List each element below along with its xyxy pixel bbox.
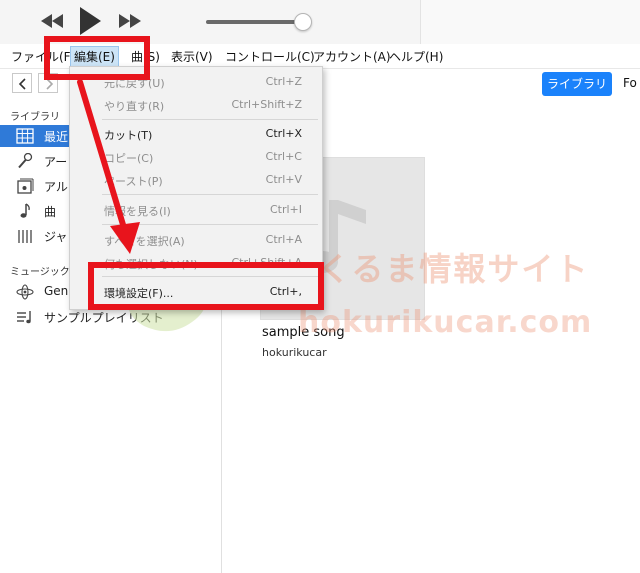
annotation-arrow-icon xyxy=(77,79,140,254)
